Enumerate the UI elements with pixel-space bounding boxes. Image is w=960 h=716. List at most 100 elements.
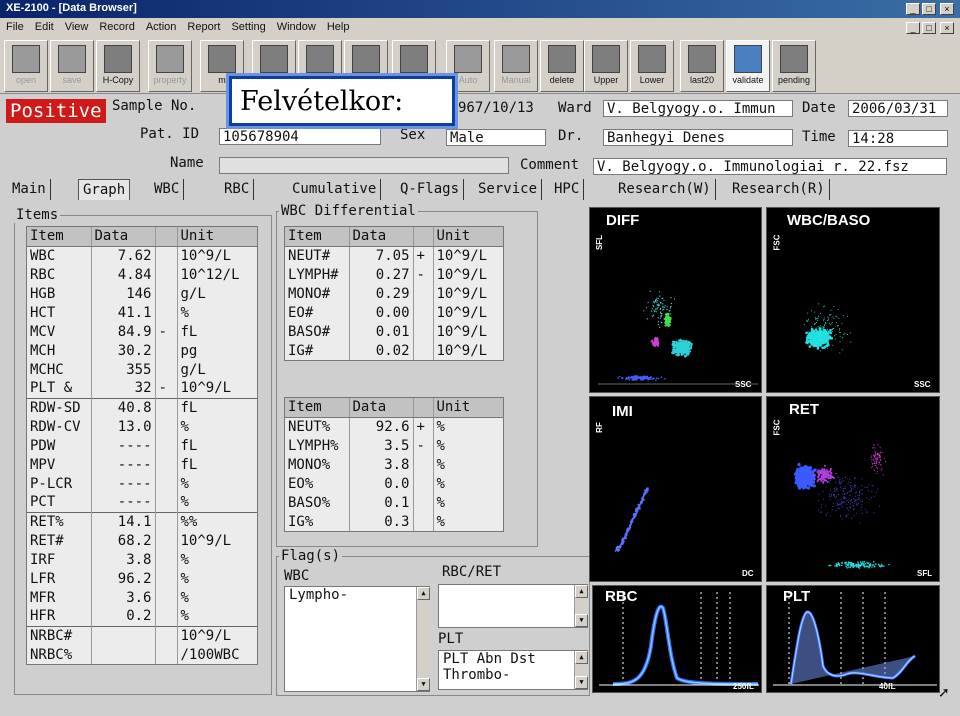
scatter-dot: [653, 309, 655, 311]
toolbar-button-delete[interactable]: delete: [540, 40, 584, 92]
table-row[interactable]: RET% 14.1%%: [27, 511, 257, 531]
menu-item-window[interactable]: Window: [277, 21, 316, 33]
scroll-down-arrow-icon[interactable]: ▼: [575, 614, 588, 627]
tab-cumulative[interactable]: Cumulative: [288, 179, 382, 200]
sex-field[interactable]: Male: [446, 129, 546, 146]
scatter-dot: [858, 499, 859, 500]
table-row[interactable]: RET# 68.2 10^9/L: [27, 531, 257, 550]
flags-rbcret-list[interactable]: [438, 584, 588, 628]
scroll-up-arrow-icon[interactable]: ▲: [575, 651, 588, 664]
toolbar-button-lower[interactable]: Lower: [630, 40, 674, 92]
pat-id-field[interactable]: 105678904: [219, 128, 381, 145]
menu-item-file[interactable]: File: [6, 21, 24, 33]
table-row[interactable]: IG% 0.3%: [285, 512, 503, 531]
dr-field[interactable]: Banhegyi Denes: [603, 129, 793, 146]
menu-item-view[interactable]: View: [65, 21, 89, 33]
table-row[interactable]: BASO% 0.1%: [285, 493, 503, 512]
table-row[interactable]: RDW-CV 13.0%: [27, 417, 257, 436]
toolbar-button-pending[interactable]: pending: [772, 40, 816, 92]
table-row[interactable]: MONO# 0.29 10^9/L: [285, 284, 503, 303]
table-row[interactable]: BASO# 0.01 10^9/L: [285, 322, 503, 341]
toolbar-button-validate[interactable]: validate: [726, 40, 770, 92]
date-field[interactable]: 2006/03/31: [848, 100, 948, 117]
table-row[interactable]: NRBC% /100WBC: [27, 645, 257, 664]
scroll-up-arrow-icon[interactable]: ▲: [575, 585, 588, 598]
table-row[interactable]: HCT 41.1%: [27, 303, 257, 322]
toolbar-button-manual[interactable]: Manual: [494, 40, 538, 92]
table-row[interactable]: EO# 0.00 10^9/L: [285, 303, 503, 322]
toolbar-button-save[interactable]: save: [50, 40, 94, 92]
toolbar-button-last20[interactable]: last20: [680, 40, 724, 92]
flag-item[interactable]: Thrombo-: [443, 667, 583, 683]
tab-research-w[interactable]: Research(W): [614, 179, 716, 200]
table-row[interactable]: NRBC# 10^9/L: [27, 625, 257, 645]
menu-item-edit[interactable]: Edit: [35, 21, 54, 33]
table-row[interactable]: EO% 0.0%: [285, 474, 503, 493]
table-row[interactable]: NEUT% 92.6 +%: [285, 417, 503, 436]
toolbar-button-open[interactable]: open: [4, 40, 48, 92]
menu-item-help[interactable]: Help: [327, 21, 350, 33]
tab-main[interactable]: Main: [8, 179, 51, 200]
table-row[interactable]: HGB 146 g/L: [27, 284, 257, 303]
scroll-down-arrow-icon[interactable]: ▼: [575, 676, 588, 689]
toolbar-button-upper[interactable]: Upper: [584, 40, 628, 92]
comment-field[interactable]: V. Belgyogy.o. Immunologiai r. 22.fsz: [593, 158, 947, 175]
time-field[interactable]: 14:28: [848, 130, 948, 147]
flags-plt-list[interactable]: PLT Abn Dst Thrombo-: [438, 650, 588, 690]
table-row[interactable]: HFR 0.2%: [27, 607, 257, 626]
toolbar-button-h-copy[interactable]: H-Copy: [96, 40, 140, 92]
flag-item[interactable]: PLT Abn Dst: [443, 651, 583, 667]
menu-bar: File Edit View Record Action Report Setting Win…: [0, 18, 960, 38]
scatter-dot: [831, 331, 833, 333]
wbc-flags-scrollbar[interactable]: ▲ ▼: [416, 587, 430, 691]
menu-item-record[interactable]: Record: [99, 21, 134, 33]
menu-item-report[interactable]: Report: [187, 21, 220, 33]
flag-item[interactable]: Lympho-: [289, 587, 425, 603]
flags-wbc-list[interactable]: Lympho-: [284, 586, 430, 692]
rbcret-flags-scrollbar[interactable]: ▲ ▼: [574, 585, 588, 627]
table-row[interactable]: PDW ---- fL: [27, 436, 257, 455]
table-row[interactable]: IG# 0.02 10^9/L: [285, 341, 503, 360]
tab-graph[interactable]: Graph: [78, 179, 131, 200]
table-row[interactable]: PLT & 32-10^9/L: [27, 379, 257, 398]
scatter-dot: [879, 453, 881, 455]
scatter-dot: [850, 341, 852, 343]
scroll-down-arrow-icon[interactable]: ▼: [417, 678, 430, 691]
table-row[interactable]: NEUT# 7.05 +10^9/L: [285, 246, 503, 265]
table-row[interactable]: LYMPH% 3.5-%: [285, 436, 503, 455]
table-row[interactable]: LFR 96.2%: [27, 569, 257, 588]
minimize-button[interactable]: _: [906, 3, 920, 15]
toolbar-button-property[interactable]: property: [148, 40, 192, 92]
tab-research-r[interactable]: Research(R): [728, 179, 830, 200]
table-row[interactable]: RDW-SD 40.8 fL: [27, 397, 257, 417]
tab-rbc[interactable]: RBC: [220, 179, 255, 200]
table-row[interactable]: MCV 84.9- fL: [27, 322, 257, 341]
doc-close-button[interactable]: ×: [940, 22, 954, 34]
tab-service[interactable]: Service: [474, 179, 543, 200]
ward-field[interactable]: V. Belgyogy.o. Immun: [603, 100, 793, 117]
doc-minimize-button[interactable]: _: [906, 22, 920, 34]
tab-hpc[interactable]: HPC: [550, 179, 585, 200]
table-row[interactable]: MFR 3.6%: [27, 588, 257, 607]
table-row[interactable]: IRF 3.8%: [27, 550, 257, 569]
plt-flags-scrollbar[interactable]: ▲ ▼: [574, 651, 588, 689]
table-row[interactable]: MPV ---- fL: [27, 455, 257, 474]
table-row[interactable]: RBC 4.84 10^12/L: [27, 265, 257, 284]
table-row[interactable]: MCH 30.2 pg: [27, 341, 257, 360]
menu-item-action[interactable]: Action: [146, 21, 177, 33]
table-row[interactable]: MCHC 355 g/L: [27, 360, 257, 379]
table-row[interactable]: MONO% 3.8%: [285, 455, 503, 474]
doc-maximize-button[interactable]: □: [922, 22, 936, 34]
tab-wbc[interactable]: WBC: [150, 179, 185, 200]
name-field[interactable]: [219, 157, 509, 174]
table-row[interactable]: WBC 7.62 10^9/L: [27, 246, 257, 265]
menu-item-setting[interactable]: Setting: [231, 21, 265, 33]
tab-q-flags[interactable]: Q-Flags: [396, 179, 465, 200]
table-row[interactable]: LYMPH# 0.27-10^9/L: [285, 265, 503, 284]
table-row[interactable]: PCT ----%: [27, 493, 257, 512]
flag-cell: [412, 341, 433, 360]
table-row[interactable]: P-LCR ----%: [27, 474, 257, 493]
close-button[interactable]: ×: [940, 3, 954, 15]
maximize-button[interactable]: □: [922, 3, 936, 15]
scroll-up-arrow-icon[interactable]: ▲: [417, 587, 430, 600]
